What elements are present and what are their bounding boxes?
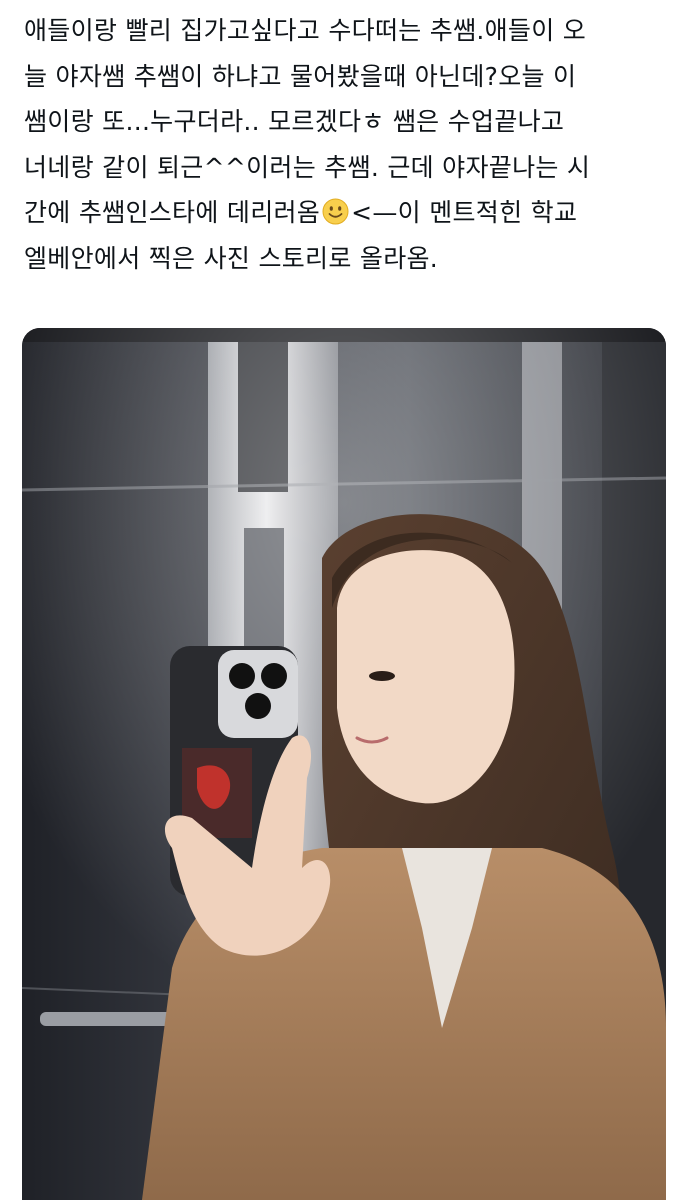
post-text: 애들이랑 빨리 집가고싶다고 수다떠는 추쌤.애들이 오 늘 야자쌤 추쌤이 하… [24, 8, 674, 281]
post-line-with-emoji: 간에 추쌤인스타에 데리러옴 <—이 멘트적힌 학교 [24, 190, 674, 236]
post-line-segment: 간에 추쌤인스타에 데리러옴 [24, 198, 321, 227]
post-line: 애들이랑 빨리 집가고싶다고 수다떠는 추쌤.애들이 오 [24, 16, 587, 45]
post-line: 엘베안에서 찍은 사진 스토리로 올라옴. [24, 243, 439, 273]
post-line: 늘 야자쌤 추쌤이 하냐고 물어봤을때 아닌데?오늘 이 [24, 61, 577, 91]
slightly-smiling-face-icon [322, 194, 349, 225]
post-line: 쌤이랑 또...누구더라.. 모르겠다ㅎ 쌤은 수업끝나고 [24, 107, 565, 136]
post-photo[interactable] [22, 328, 666, 1200]
post-line-segment: <—이 멘트적힌 학교 [351, 198, 578, 227]
post-line: 너네랑 같이 퇴근^^이러는 추쌤. 근데 야자끝나는 시 [24, 152, 591, 182]
elevator-mirror-selfie-image [22, 328, 666, 1200]
